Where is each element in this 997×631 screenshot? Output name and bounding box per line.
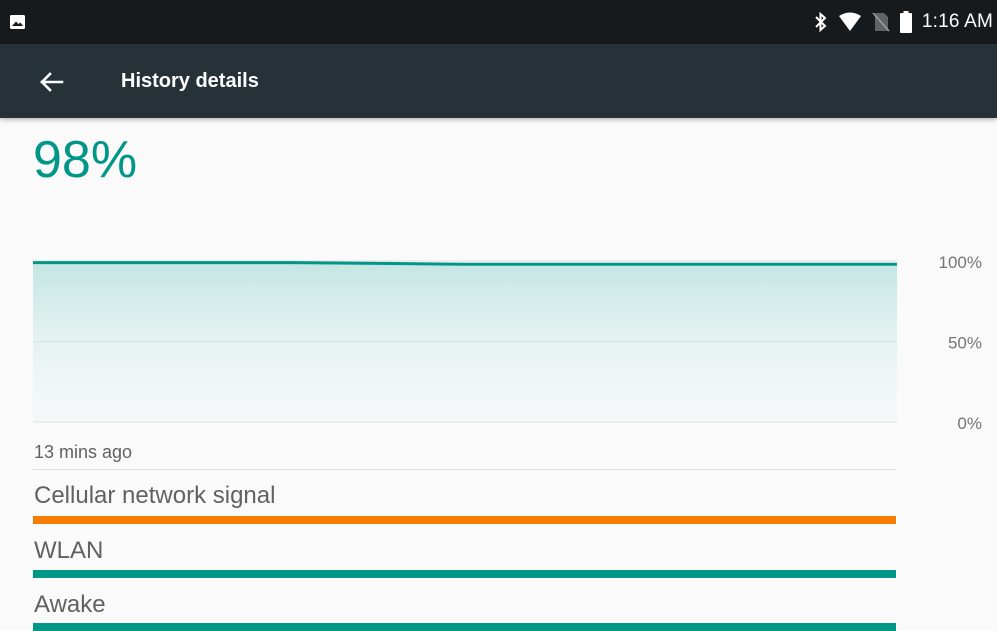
track-bar-cellular — [33, 516, 896, 524]
y-tick-label: 100% — [939, 253, 982, 272]
track-label-cellular: Cellular network signal — [34, 482, 276, 509]
battery-history-chart: 100% 50% 0% — [33, 253, 982, 433]
y-tick-label: 50% — [948, 334, 982, 353]
wifi-icon — [838, 12, 861, 31]
bluetooth-icon — [815, 12, 827, 32]
track-label-wlan: WLAN — [34, 537, 104, 564]
battery-area-fill — [33, 262, 897, 422]
image-icon — [10, 15, 25, 29]
no-sim-icon — [872, 12, 890, 32]
divider — [33, 469, 897, 470]
battery-level: 98% — [33, 131, 138, 189]
y-tick-label: 0% — [957, 414, 982, 433]
battery-level-line — [33, 261, 897, 266]
battery-icon — [899, 11, 912, 33]
arrow-back-icon[interactable] — [38, 68, 66, 96]
track-label-awake: Awake — [34, 591, 106, 618]
status-bar: 1:16 AM — [0, 0, 997, 44]
app-toolbar: History details — [0, 44, 997, 118]
track-bar-awake — [33, 623, 896, 631]
page-title: History details — [121, 70, 259, 92]
status-clock: 1:16 AM — [921, 11, 993, 32]
track-bar-wlan — [33, 570, 896, 578]
chart-start-time: 13 mins ago — [34, 442, 133, 462]
